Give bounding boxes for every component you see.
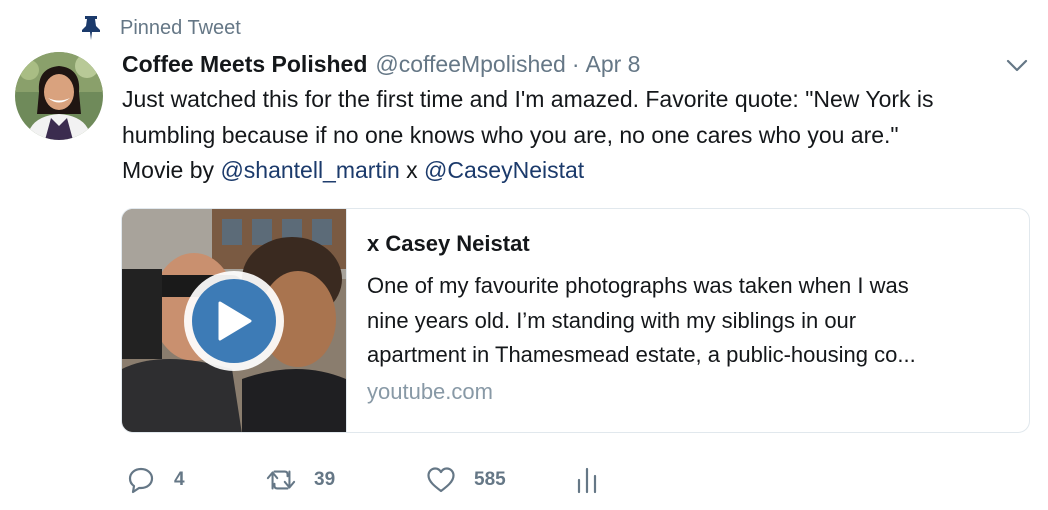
avatar[interactable] [15, 52, 103, 140]
chevron-down-icon[interactable] [1004, 56, 1030, 76]
tweet-timestamp[interactable]: Apr 8 [586, 51, 641, 78]
link-preview-card[interactable]: x Casey Neistat One of my favourite phot… [121, 208, 1030, 433]
tweet-text-line: humbling because if no one knows who you… [122, 121, 899, 148]
reply-icon [126, 465, 156, 495]
tweet-header: Coffee Meets Polished @coffeeMpolished ·… [122, 48, 640, 80]
card-title: x Casey Neistat [367, 231, 530, 256]
card-description-line: nine years old. I’m standing with my sib… [367, 307, 857, 333]
card-domain: youtube.com [367, 378, 493, 404]
pinned-label: Pinned Tweet [120, 16, 241, 39]
retweet-count: 39 [314, 469, 336, 490]
analytics-button[interactable] [572, 465, 602, 495]
pin-icon [80, 15, 102, 41]
tweet-text-prefix: Movie by [122, 157, 221, 183]
tweet-text-connector: x [399, 157, 425, 183]
reply-button[interactable]: 4 [126, 465, 266, 495]
card-description: One of my favourite photographs was take… [367, 269, 1013, 373]
mention-link[interactable]: @shantell_martin [220, 157, 399, 183]
pinned-indicator: Pinned Tweet [80, 14, 241, 42]
video-thumbnail[interactable] [122, 209, 346, 432]
card-description-line: One of my favourite photographs was take… [367, 273, 909, 298]
author-display-name[interactable]: Coffee Meets Polished [122, 51, 367, 78]
reply-count: 4 [174, 469, 185, 490]
play-icon [192, 279, 276, 363]
retweet-icon [266, 465, 296, 495]
tweet-text-line: Just watched this for the first time and… [122, 86, 934, 112]
heart-icon [426, 465, 456, 495]
play-button[interactable] [184, 271, 284, 371]
retweet-button[interactable]: 39 [266, 465, 426, 495]
tweet-actions: 4 39 585 [126, 462, 602, 498]
card-body: x Casey Neistat One of my favourite phot… [346, 209, 1029, 432]
author-handle[interactable]: @coffeeMpolished [375, 51, 565, 78]
like-button[interactable]: 585 [426, 465, 572, 495]
mention-link[interactable]: @CaseyNeistat [424, 157, 584, 183]
tweet-text: Just watched this for the first time and… [122, 82, 1042, 189]
tweet-text-line: Movie by @shantell_martin x @CaseyNeista… [122, 153, 1042, 189]
card-description-line: apartment in Thamesmead estate, a public… [367, 342, 916, 367]
header-separator: · [571, 50, 580, 77]
like-count: 585 [474, 469, 506, 490]
analytics-icon [572, 465, 602, 495]
